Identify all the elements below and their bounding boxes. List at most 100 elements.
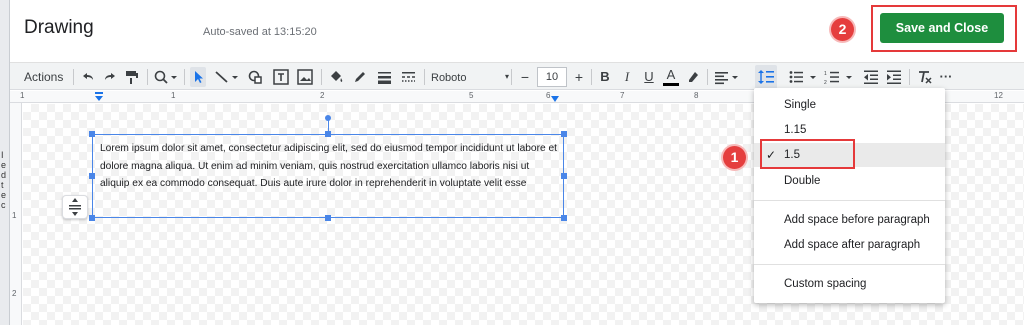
line-spacing-icon[interactable] [757,67,775,87]
selected-text-box[interactable]: Lorem ipsum dolor sit amet, consectetur … [92,134,564,218]
actions-label: Actions [24,70,64,84]
menu-item-label: 1.15 [784,124,807,136]
menu-item-custom-spacing[interactable]: Custom spacing [754,272,945,296]
background-text: t [1,180,4,190]
menu-divider [754,200,945,201]
step-1-badge: 1 [723,146,746,169]
border-color-icon[interactable] [351,67,369,87]
background-text: d [1,170,7,180]
vertical-align-icon [69,198,81,216]
menu-item-label: Single [784,99,816,111]
resize-handle[interactable] [89,215,95,221]
text-color-button[interactable]: A [663,67,679,86]
undo-icon[interactable] [80,67,96,87]
menu-item-label: Add space after paragraph [784,239,921,251]
paint-format-icon[interactable] [124,67,140,87]
dialog-title: Drawing [24,17,94,38]
menu-item-add-space-before[interactable]: Add space before paragraph [754,208,945,232]
step-2-badge: 2 [831,18,854,41]
ruler-number: 1 [20,91,25,100]
resize-handle[interactable] [325,215,331,221]
italic-button[interactable]: I [619,67,635,87]
background-document-strip: I e d t e c [0,0,10,325]
toolbar-divider [321,69,322,85]
fill-color-icon[interactable] [327,67,345,87]
background-text: I [1,150,4,160]
resize-handle[interactable] [89,131,95,137]
increase-indent-icon[interactable] [885,67,903,87]
menu-item-label: Double [784,175,821,187]
background-text: c [1,200,6,210]
menu-divider [754,264,945,265]
toolbar-divider [591,69,592,85]
numbered-list-icon[interactable]: 12 [824,67,856,87]
drawing-toolbar: Actions ▾ [10,62,1024,105]
border-weight-icon[interactable] [375,67,393,87]
right-indent-marker-icon[interactable] [550,94,560,103]
more-options-button[interactable]: ··· [936,67,956,87]
toolbar-divider [511,69,512,85]
redo-icon[interactable] [102,67,118,87]
resize-handle[interactable] [89,173,95,179]
toolbar-divider [909,69,910,85]
menu-item-add-space-after[interactable]: Add space after paragraph [754,233,945,257]
resize-handle[interactable] [325,131,331,137]
increase-font-size-button[interactable]: + [571,67,587,87]
text-box-content[interactable]: Lorem ipsum dolor sit amet, consectetur … [100,140,560,193]
ruler-number: 12 [994,91,1003,100]
caret-down-icon: ▾ [505,72,510,81]
menu-item-single[interactable]: Single [754,93,945,117]
toolbar-divider [707,69,708,85]
zoom-icon[interactable] [153,67,179,87]
bulleted-list-icon[interactable] [788,67,820,87]
line-spacing-menu: Single 1.15 ✓ 1.5 Double Add space before… [754,88,945,303]
ruler-number: 7 [620,91,625,100]
shape-tool-icon[interactable] [246,67,264,87]
decrease-indent-icon[interactable] [862,67,880,87]
dialog-header: Drawing Auto-saved at 13:15:20 Save and … [10,0,1024,62]
drawing-dialog: Drawing Auto-saved at 13:15:20 Save and … [10,0,1024,325]
save-and-close-button[interactable]: Save and Close [880,13,1004,43]
menu-item-double[interactable]: Double [754,169,945,193]
resize-handle[interactable] [561,131,567,137]
vertical-align-button[interactable] [62,195,88,219]
decrease-font-size-button[interactable]: − [517,67,533,87]
menu-item-label: Add space before paragraph [784,214,930,226]
underline-button[interactable]: U [641,67,657,87]
svg-text:2: 2 [824,80,827,86]
actions-menu[interactable]: Actions ▾ [24,67,68,105]
selection-highlight-box [760,139,855,169]
ruler-number: 1 [12,211,17,220]
ruler-number: 8 [694,91,699,100]
background-text: e [1,190,7,200]
ruler-number: 2 [12,289,17,298]
ruler-number: 5 [469,91,474,100]
svg-text:1: 1 [824,71,827,77]
select-arrow-icon[interactable] [190,67,206,87]
line-tool-icon[interactable] [213,67,241,87]
resize-handle[interactable] [561,173,567,179]
bold-button[interactable]: B [597,67,613,87]
ruler-number: 2 [320,91,325,100]
align-icon[interactable] [713,67,741,87]
toolbar-divider [184,69,185,85]
toolbar-divider [147,69,148,85]
image-icon[interactable] [296,67,314,87]
indent-marker-icon[interactable] [94,91,104,103]
toolbar-divider [424,69,425,85]
clear-formatting-icon[interactable] [915,67,933,87]
rotate-handle[interactable] [325,115,331,121]
text-box-icon[interactable] [272,67,290,87]
font-family-value: Roboto [431,72,467,84]
border-dash-icon[interactable] [399,67,417,87]
menu-item-label: Custom spacing [784,278,867,290]
toolbar-divider [73,69,74,85]
highlight-color-icon[interactable] [685,67,701,87]
vertical-ruler: 1 2 [10,103,22,325]
autosave-status: Auto-saved at 13:15:20 [203,26,317,38]
ruler-number: 1 [171,91,176,100]
resize-handle[interactable] [561,215,567,221]
font-family-dropdown[interactable]: Roboto ▾ [431,67,515,87]
font-size-input[interactable]: 10 [537,67,567,87]
background-text: e [1,160,7,170]
